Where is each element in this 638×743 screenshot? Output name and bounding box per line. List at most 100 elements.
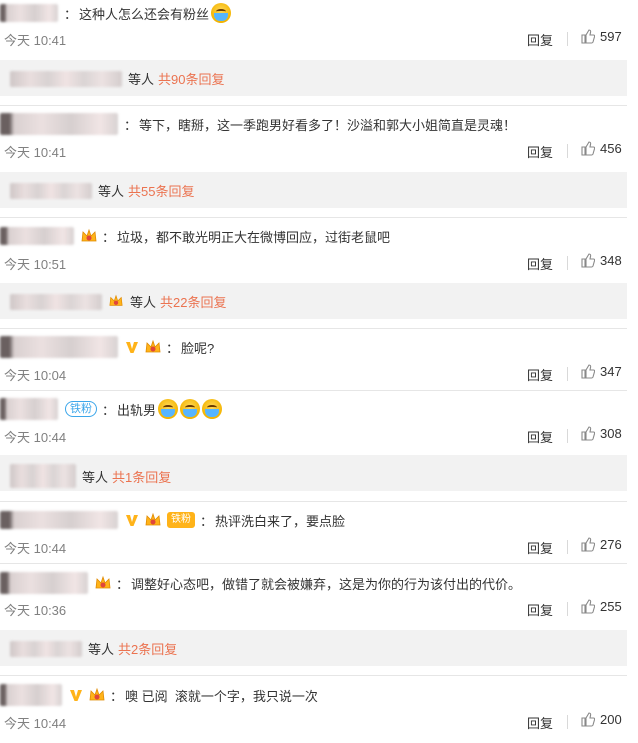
divider: [567, 540, 568, 554]
comment-body: ： 等下，瞎掰，这一季跑男好看多了！沙溢和郭大小姐简直是灵魂！: [0, 111, 516, 137]
blurred-username[interactable]: [0, 398, 58, 420]
divider: [0, 105, 627, 106]
v-verified-icon: [124, 512, 140, 528]
sub-replies[interactable]: 等人 共90条回复: [0, 60, 627, 96]
sub-etc: 等人: [130, 295, 157, 310]
reply-button[interactable]: 回复: [527, 365, 553, 384]
v-verified-icon: [124, 339, 140, 355]
comment-meta: 今天 10:04 回复 347: [0, 361, 638, 387]
fan-badge: 铁粉: [65, 401, 97, 417]
divider: [567, 602, 568, 616]
like-count: 200: [600, 712, 622, 727]
like-button[interactable]: 347: [581, 364, 622, 379]
comment-text: 噢 已阅 滚就一个字，我只说一次: [125, 688, 318, 704]
divider: [0, 501, 627, 502]
comment-text: 这种人怎么还会有粉丝: [79, 6, 210, 22]
reply-button[interactable]: 回复: [527, 600, 553, 619]
comment-body: 铁粉 ： 热评洗白来了，要点脸: [0, 507, 345, 533]
crying-emoji-icon: [180, 399, 201, 419]
blurred-username[interactable]: [0, 113, 118, 135]
divider: [567, 256, 568, 270]
reply-button[interactable]: 回复: [527, 427, 553, 446]
more-replies-link[interactable]: 共22条回复: [160, 292, 226, 311]
comment-meta: 今天 10:44 回复 200: [0, 709, 638, 735]
like-count: 456: [600, 141, 622, 156]
like-button[interactable]: 200: [581, 712, 622, 727]
v-verified-icon: [68, 687, 84, 703]
comment-meta: 今天 10:51 回复 348: [0, 250, 638, 276]
blurred-username[interactable]: [0, 572, 88, 594]
sub-replies[interactable]: 等人 共55条回复: [0, 172, 627, 208]
comment-time: 今天 10:51: [4, 257, 67, 272]
reply-button[interactable]: 回复: [527, 254, 553, 273]
like-button[interactable]: 308: [581, 426, 622, 441]
comment-text: 等下，瞎掰，这一季跑男好看多了！沙溢和郭大小姐简直是灵魂！: [139, 117, 517, 133]
like-count: 308: [600, 426, 622, 441]
crown-member-icon: [88, 687, 106, 703]
crying-emoji-icon: [202, 399, 223, 419]
like-button[interactable]: 276: [581, 537, 622, 552]
divider: [567, 144, 568, 158]
divider: [0, 563, 627, 564]
comment-meta: 今天 10:41 回复 456: [0, 138, 638, 164]
comment-body: ： 垃圾，都不敢光明正大在微博回应，过街老鼠吧: [0, 223, 390, 249]
crying-emoji-icon: [158, 399, 179, 419]
divider: [0, 390, 627, 391]
more-replies-link[interactable]: 共2条回复: [118, 639, 177, 658]
sub-etc: 等人: [88, 642, 115, 657]
blurred-username[interactable]: [0, 684, 62, 706]
blurred-username[interactable]: [0, 511, 118, 529]
sub-replies[interactable]: 等人 共2条回复: [0, 630, 627, 666]
comment-meta: 今天 10:41 回复 597: [0, 26, 638, 52]
like-button[interactable]: 597: [581, 29, 622, 44]
comment-time: 今天 10:44: [4, 430, 67, 445]
sub-replies[interactable]: 等人 共1条回复: [0, 455, 627, 491]
like-button[interactable]: 456: [581, 141, 622, 156]
crown-member-icon: [144, 512, 162, 528]
thumbs-up-icon: [581, 364, 595, 379]
divider: [0, 217, 627, 218]
divider: [567, 715, 568, 729]
fan-badge: 铁粉: [167, 512, 195, 528]
comment-time: 今天 10:44: [4, 541, 67, 556]
comment-meta: 今天 10:44 回复 308: [0, 423, 638, 449]
comment-time: 今天 10:41: [4, 33, 67, 48]
reply-button[interactable]: 回复: [527, 142, 553, 161]
more-replies-link[interactable]: 共1条回复: [112, 467, 171, 486]
comment-text: 脸呢?: [181, 340, 215, 356]
comment-body: ： 这种人怎么还会有粉丝: [0, 0, 232, 26]
like-count: 276: [600, 537, 622, 552]
sub-etc: 等人: [82, 469, 109, 485]
thumbs-up-icon: [581, 426, 595, 441]
comment-text: 热评洗白来了，要点脸: [215, 513, 346, 529]
blurred-replier-names: [10, 464, 76, 488]
reply-button[interactable]: 回复: [527, 713, 553, 732]
blurred-username[interactable]: [0, 227, 74, 245]
divider: [567, 32, 568, 46]
thumbs-up-icon: [581, 537, 595, 552]
like-button[interactable]: 255: [581, 599, 622, 614]
thumbs-up-icon: [581, 253, 595, 268]
like-button[interactable]: 348: [581, 253, 622, 268]
comment-time: 今天 10:44: [4, 716, 67, 731]
blurred-replier-names: [10, 70, 122, 87]
more-replies-link[interactable]: 共55条回复: [128, 181, 194, 200]
sub-replies[interactable]: 等人 共22条回复: [0, 283, 627, 319]
crying-emoji-icon: [211, 3, 232, 23]
comment-body: ： 噢 已阅 滚就一个字，我只说一次: [0, 682, 318, 708]
like-count: 348: [600, 253, 622, 268]
sub-etc: 等人: [98, 184, 125, 199]
blurred-replier-names: [10, 182, 92, 199]
blurred-username[interactable]: [0, 336, 118, 358]
thumbs-up-icon: [581, 141, 595, 156]
blurred-username[interactable]: [0, 4, 58, 22]
more-replies-link[interactable]: 共90条回复: [158, 69, 224, 88]
comment-time: 今天 10:41: [4, 145, 67, 160]
reply-button[interactable]: 回复: [527, 30, 553, 49]
crown-member-icon: [94, 575, 112, 591]
comment-body: ： 脸呢?: [0, 334, 214, 360]
comment-text: 出轨男: [117, 402, 157, 418]
comment-text: 调整好心态吧，做错了就会被嫌弃，这是为你的行为该付出的代价。: [131, 576, 522, 592]
reply-button[interactable]: 回复: [527, 538, 553, 557]
crown-member-icon: [80, 228, 98, 244]
